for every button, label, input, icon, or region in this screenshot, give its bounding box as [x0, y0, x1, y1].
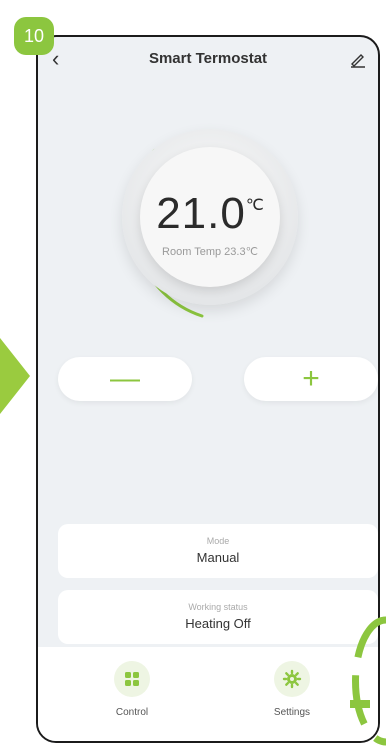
temperature-value: 21.0 [156, 189, 246, 238]
step-arrow [0, 338, 30, 414]
plus-icon: + [302, 362, 320, 395]
page-title: Smart Termostat [148, 50, 268, 67]
phone-screen: ‹ Smart Termostat 21.0℃ Room Temp 23.3℃ … [36, 35, 380, 743]
mode-card[interactable]: Mode Manual [58, 524, 378, 578]
room-temperature: Room Temp 23.3℃ [162, 246, 258, 258]
title-bar: ‹ Smart Termostat [38, 37, 378, 83]
nav-settings[interactable]: Settings [252, 661, 332, 718]
working-status-value: Heating Off [185, 616, 251, 631]
grid-icon [114, 661, 150, 697]
nav-settings-label: Settings [273, 707, 311, 718]
thermostat-dial[interactable]: 21.0℃ Room Temp 23.3℃ [100, 107, 320, 327]
gear-icon [274, 661, 310, 697]
working-status-card[interactable]: Working status Heating Off [58, 590, 378, 644]
decrease-temp-button[interactable]: — [58, 357, 192, 401]
mode-value: Manual [196, 550, 240, 565]
set-temperature: 21.0℃ [140, 189, 280, 239]
bottom-nav: Control Settings [38, 647, 378, 741]
edit-icon[interactable] [348, 49, 368, 69]
increase-temp-button[interactable]: + [244, 357, 378, 401]
dial-outer-ring: 21.0℃ Room Temp 23.3℃ [122, 129, 298, 305]
step-badge: 10 [14, 17, 54, 55]
dial-face: 21.0℃ Room Temp 23.3℃ [140, 147, 280, 287]
nav-control-label: Control [115, 707, 149, 718]
mode-label: Mode [206, 536, 230, 546]
highlight-arc [350, 616, 386, 746]
nav-control[interactable]: Control [92, 661, 172, 718]
working-status-label: Working status [188, 602, 248, 612]
minus-icon: — [110, 362, 140, 395]
temperature-unit: ℃ [245, 197, 264, 214]
